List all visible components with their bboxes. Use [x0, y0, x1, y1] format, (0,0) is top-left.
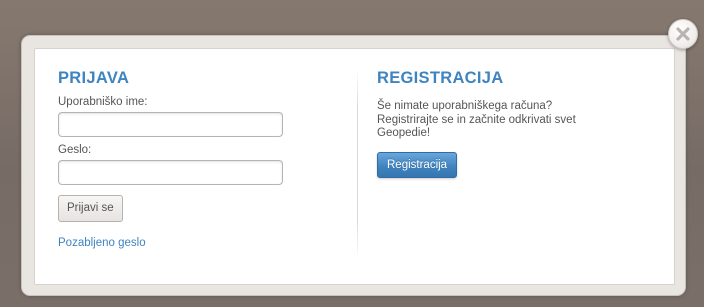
close-button[interactable]: [668, 19, 698, 49]
password-label: Geslo:: [58, 144, 92, 156]
password-input[interactable]: [58, 160, 283, 185]
login-section: PRIJAVA Uporabniško ime: Geslo: Prijavi …: [58, 69, 318, 249]
registration-description: Še nimate uporabniškega računa? Registri…: [377, 100, 576, 139]
dialog-panel: PRIJAVA Uporabniško ime: Geslo: Prijavi …: [34, 48, 675, 285]
section-divider: [357, 69, 358, 259]
registration-section: REGISTRACIJA Še nimate uporabniškega rač…: [377, 69, 657, 178]
login-dialog: PRIJAVA Uporabniško ime: Geslo: Prijavi …: [21, 35, 686, 296]
close-icon: [676, 27, 690, 41]
register-button[interactable]: Registracija: [377, 151, 458, 178]
username-label: Uporabniško ime:: [58, 96, 148, 108]
registration-heading: REGISTRACIJA: [377, 69, 504, 87]
login-button[interactable]: Prijavi se: [58, 195, 123, 222]
login-heading: PRIJAVA: [58, 69, 130, 87]
forgot-password-link[interactable]: Pozabljeno geslo: [58, 237, 318, 249]
username-input[interactable]: [58, 112, 283, 137]
